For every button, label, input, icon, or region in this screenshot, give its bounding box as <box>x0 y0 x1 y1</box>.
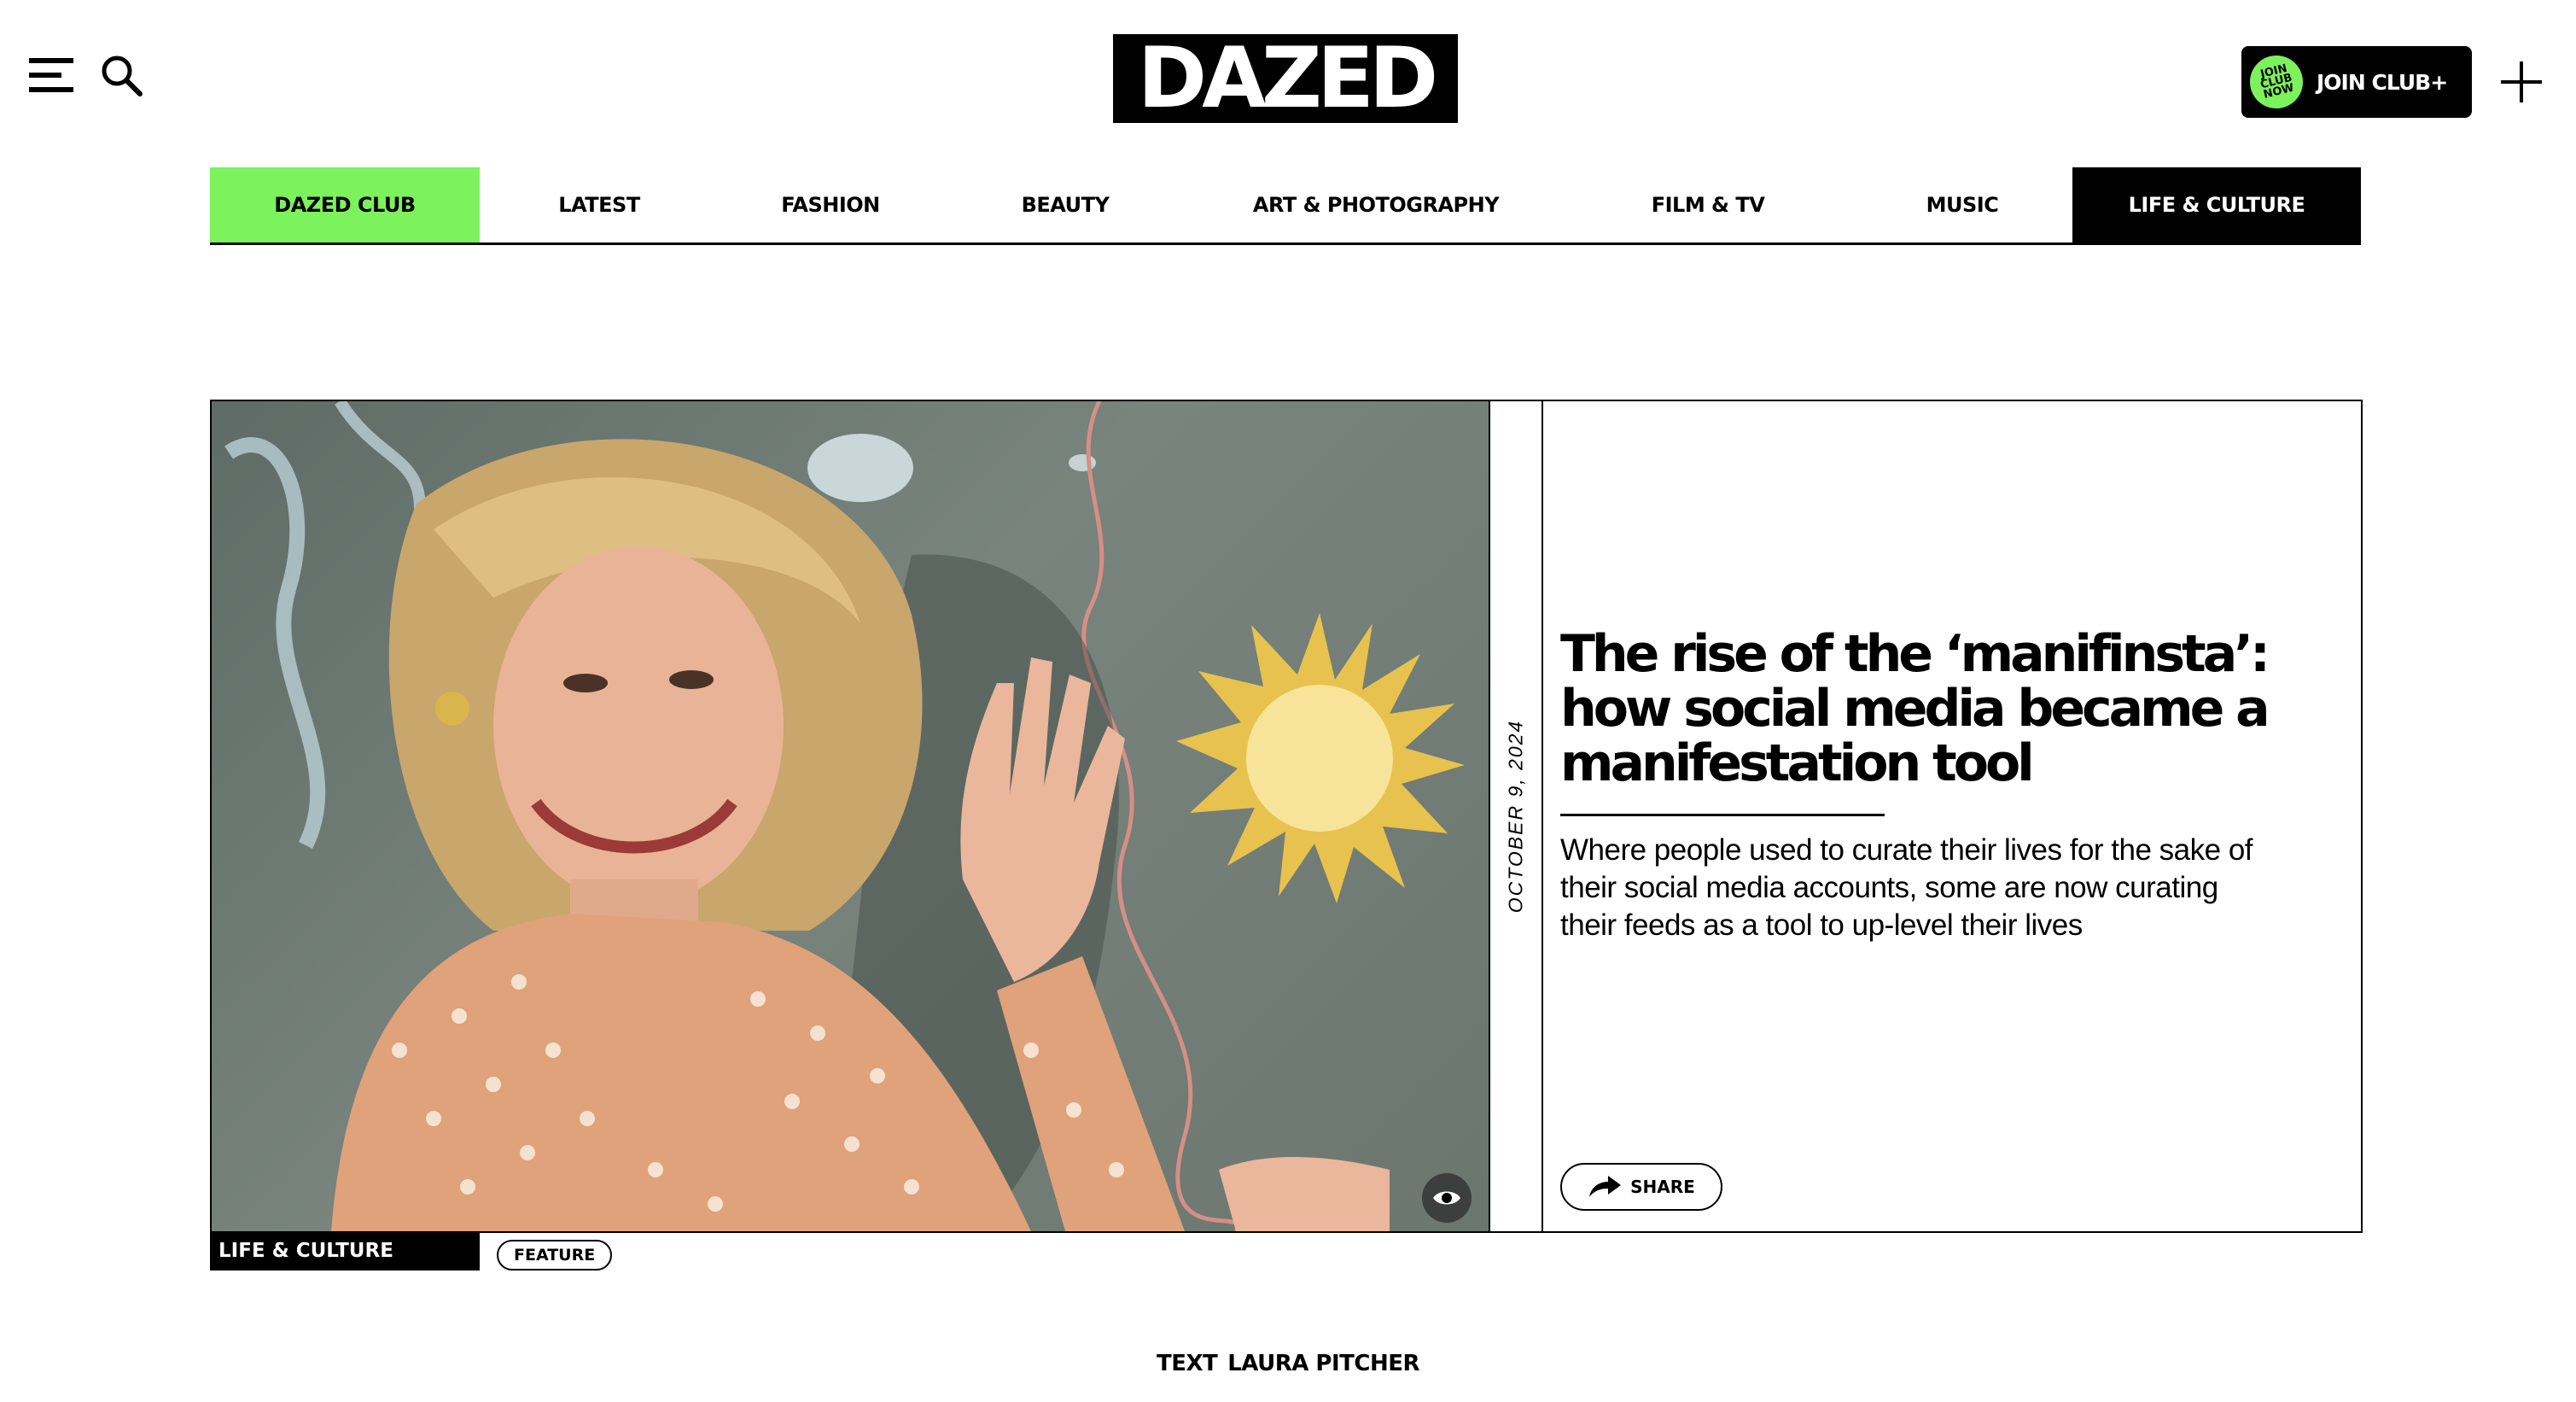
nav-music[interactable]: MUSIC <box>1852 167 2072 242</box>
join-club-badge: JOIN CLUB NOW <box>2244 50 2309 114</box>
section-nav: DAZED CLUB LATEST FASHION BEAUTY ART & P… <box>210 167 2361 245</box>
menu-icon[interactable] <box>29 58 73 92</box>
dazed-logo[interactable]: DAZED <box>1113 34 1458 123</box>
headline-divider <box>1560 814 1885 816</box>
article-date: OCTOBER 9, 2024 <box>1504 719 1527 914</box>
nav-life-culture[interactable]: LIFE & CULTURE <box>2072 167 2361 242</box>
featured-article[interactable]: OCTOBER 9, 2024 The rise of the ‘manifin… <box>210 400 2363 1233</box>
article-photo[interactable] <box>212 401 1490 1231</box>
date-column: OCTOBER 9, 2024 <box>1490 401 1543 1231</box>
byline-prefix: TEXT <box>1156 1351 1218 1376</box>
article-type-tag[interactable]: FEATURE <box>497 1240 613 1271</box>
share-label: SHARE <box>1630 1177 1695 1197</box>
byline: TEXT LAURA PITCHER <box>0 1351 2576 1376</box>
nav-art-photography[interactable]: ART & PHOTOGRAPHY <box>1188 167 1564 242</box>
nav-latest[interactable]: LATEST <box>480 167 719 242</box>
article-standfirst: Where people used to curate their lives … <box>1560 833 2253 942</box>
category-tag[interactable]: LIFE & CULTURE <box>210 1231 480 1271</box>
nav-film-tv[interactable]: FILM & TV <box>1564 167 1852 242</box>
share-button[interactable]: SHARE <box>1560 1163 1722 1211</box>
join-club-button[interactable]: JOIN CLUB NOW JOIN CLUB+ <box>2241 46 2472 118</box>
share-arrow-icon <box>1589 1176 1622 1197</box>
nav-fashion[interactable]: FASHION <box>719 167 942 242</box>
plus-icon[interactable] <box>2499 60 2544 104</box>
nav-beauty[interactable]: BEAUTY <box>942 167 1188 242</box>
nav-dazed-club[interactable]: DAZED CLUB <box>210 167 480 242</box>
header-left <box>29 53 143 97</box>
search-icon[interactable] <box>99 53 143 97</box>
article-text-panel: The rise of the ‘manifinsta’: how social… <box>1560 401 2328 1231</box>
view-image-eye-icon[interactable] <box>1422 1173 1472 1223</box>
byline-author[interactable]: LAURA PITCHER <box>1227 1351 1419 1376</box>
join-club-label: JOIN CLUB+ <box>2317 69 2448 95</box>
article-headline[interactable]: The rise of the ‘manifinsta’: how social… <box>1560 627 2294 791</box>
photo-illustration <box>224 401 1465 1231</box>
